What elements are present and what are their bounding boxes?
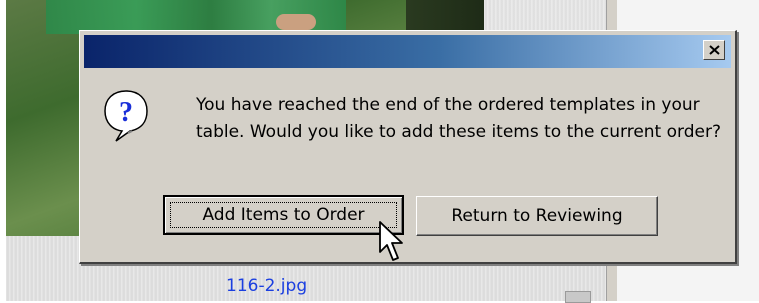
- file-name-label[interactable]: 116-2.jpg: [226, 276, 307, 296]
- confirm-dialog: ? You have reached the end of the ordere…: [79, 30, 737, 264]
- mouse-cursor-icon: [379, 221, 403, 261]
- scroll-button[interactable]: [565, 291, 591, 303]
- close-icon: [709, 45, 720, 55]
- photo-detail: [406, 0, 490, 30]
- question-icon: ?: [104, 90, 148, 142]
- dialog-titlebar[interactable]: [84, 35, 731, 68]
- svg-text:?: ?: [119, 97, 133, 128]
- photo-detail: [276, 14, 316, 30]
- add-items-button[interactable]: Add Items to Order: [163, 195, 404, 235]
- return-to-reviewing-button[interactable]: Return to Reviewing: [416, 196, 658, 236]
- close-button[interactable]: [703, 40, 725, 60]
- dialog-message: You have reached the end of the ordered …: [196, 95, 721, 142]
- return-label: Return to Reviewing: [451, 206, 623, 226]
- focus-rectangle: [170, 202, 397, 228]
